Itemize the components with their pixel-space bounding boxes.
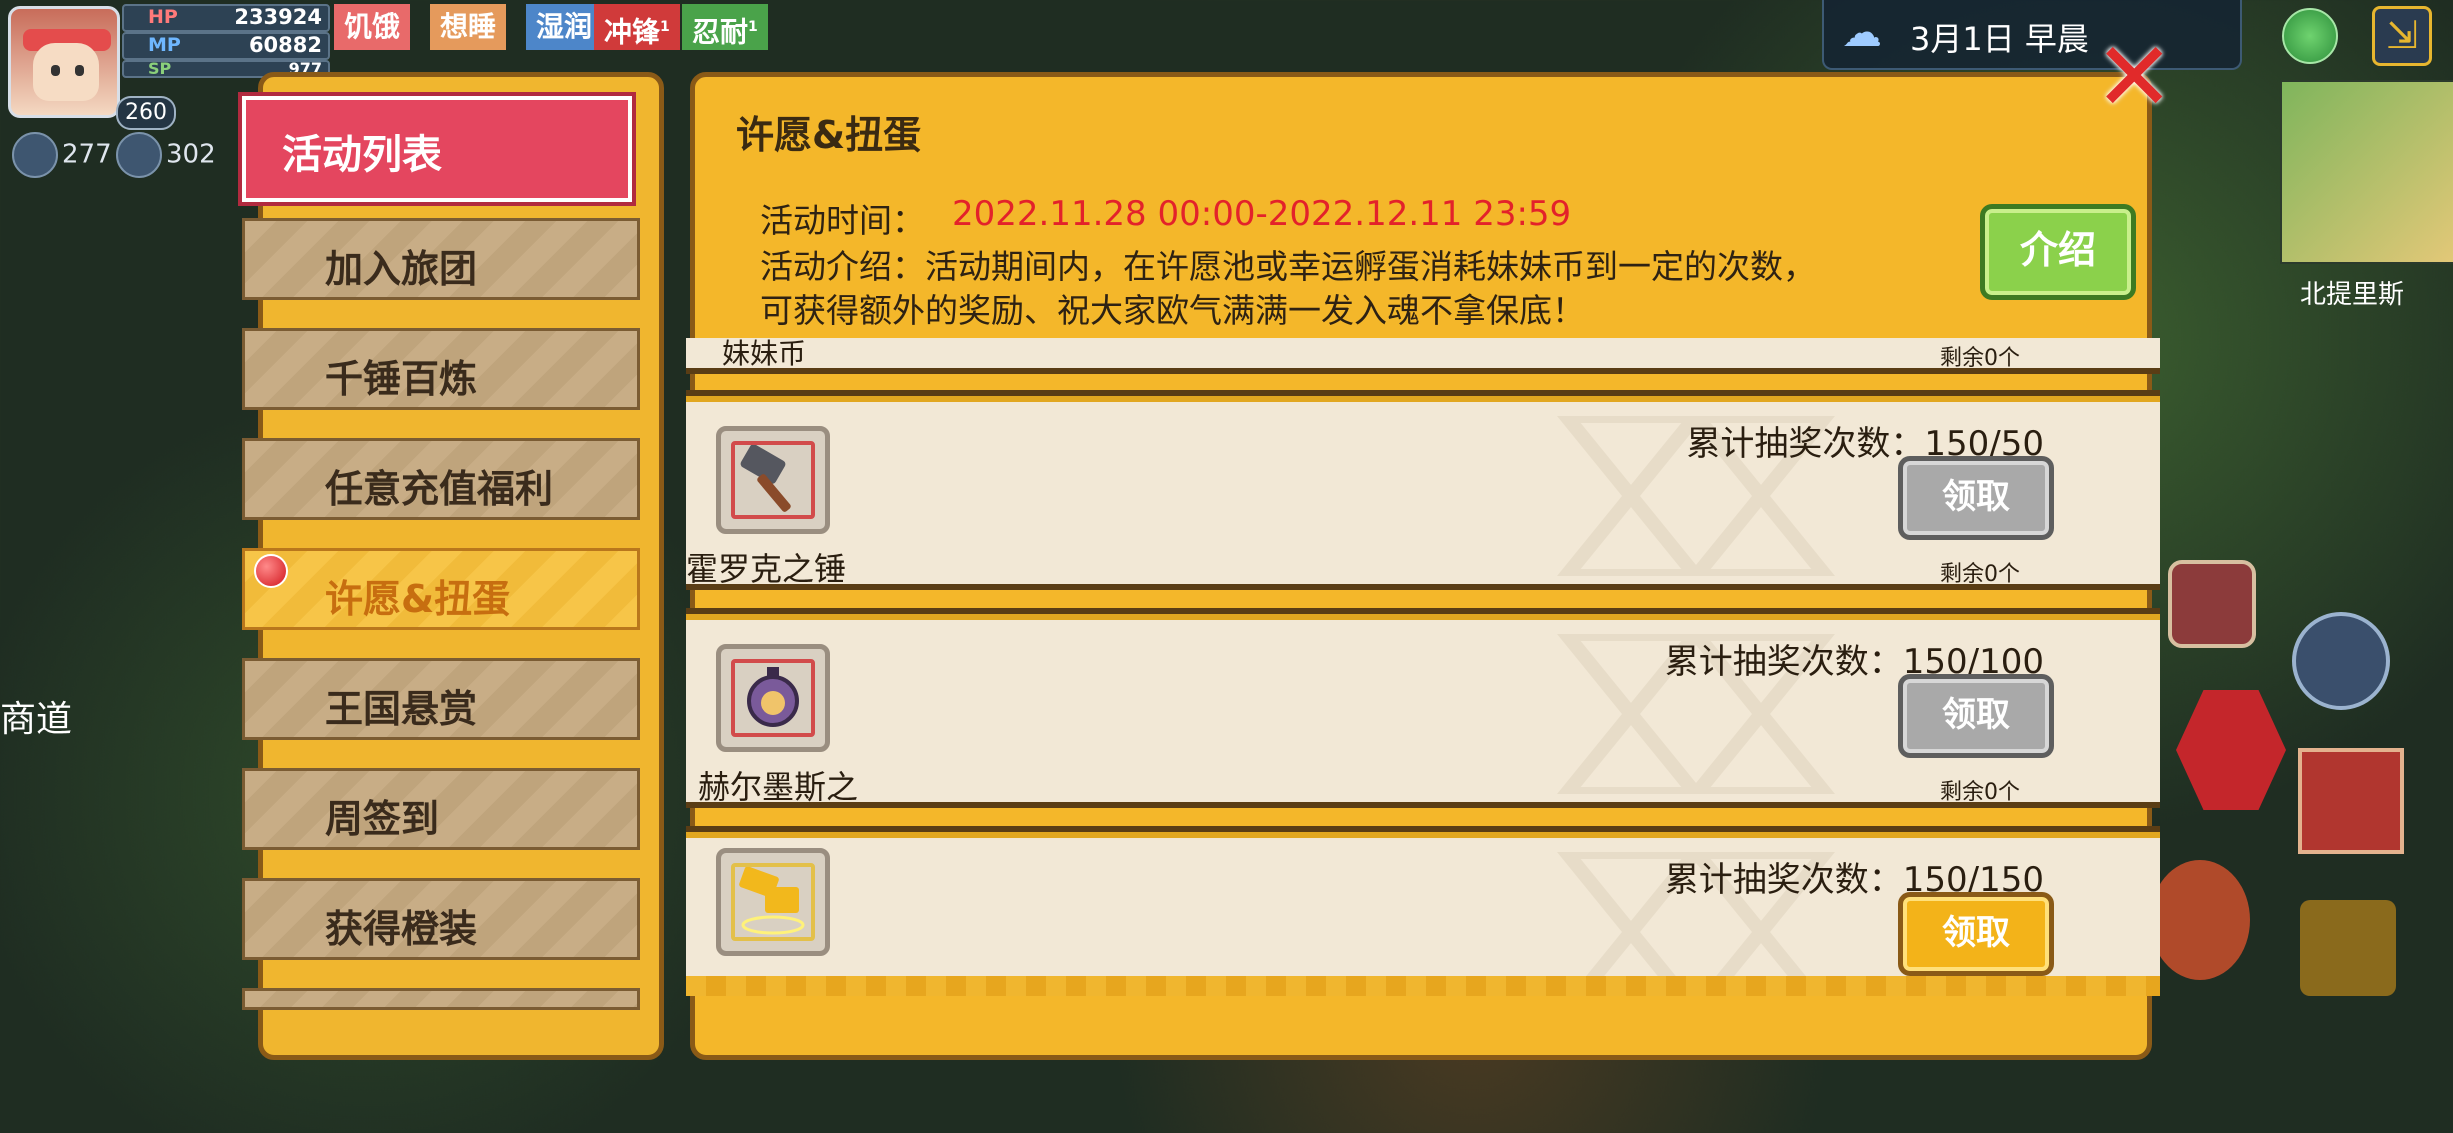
hp-value: 233924 xyxy=(234,5,322,29)
crate-icon[interactable] xyxy=(2298,748,2404,854)
settings-gear-icon[interactable] xyxy=(2292,612,2390,710)
reward-icon-frame[interactable] xyxy=(716,848,830,956)
globe-icon[interactable] xyxy=(2282,8,2338,64)
golden-hammer-icon xyxy=(731,863,815,941)
sleep-house-icon[interactable] xyxy=(2300,900,2396,996)
sp-label: SP xyxy=(148,60,172,78)
currency-1: 277 xyxy=(12,132,112,178)
menu-item-join-guild[interactable]: 加入旅团 xyxy=(242,218,640,300)
reward-list[interactable]: 霍罗克之锤 累计抽奖次数：150/50 领取 剩余0个 赫尔墨斯之 累计抽奖次数… xyxy=(686,338,2160,978)
hp-bar: HP 233924 xyxy=(122,4,330,32)
crystal-icon xyxy=(116,132,162,178)
status-sleepy[interactable]: 想睡 xyxy=(430,4,507,50)
remain-text: 剩余0个 xyxy=(1940,562,2020,587)
cloud-rain-icon: ☁ xyxy=(1842,10,1882,56)
menu-item-orange-gear[interactable]: 获得橙装 xyxy=(242,878,640,960)
event-intro-line2: 可获得额外的奖励、祝大家欧气满满一发入魂不拿保底！ xyxy=(760,291,1585,330)
device-icon[interactable] xyxy=(2176,690,2286,810)
weather-date-bar: ☁ 3月1日 早晨 xyxy=(1822,0,2242,70)
intro-button[interactable]: 介绍 xyxy=(1980,204,2136,300)
menu-item-partial[interactable] xyxy=(242,988,640,1010)
avatar-eye xyxy=(75,65,84,76)
brick-icon[interactable] xyxy=(2168,560,2256,648)
event-intro-line1: 活动介绍：活动期间内，在许愿池或幸运孵蛋消耗妹妹币到一定的次数， xyxy=(760,247,1816,286)
status-charge[interactable]: 冲锋1 xyxy=(594,4,680,50)
player-level: 260 xyxy=(116,96,176,130)
minimap[interactable] xyxy=(2280,80,2453,264)
map-region-label: 北提里斯 xyxy=(2300,280,2405,310)
reward-row: 霍罗克之锤 累计抽奖次数：150/50 领取 剩余0个 xyxy=(686,390,2160,590)
reward-row: 累计抽奖次数：150/150 领取 xyxy=(686,826,2160,978)
panel-bottom-border xyxy=(686,976,2160,996)
mp-value: 60882 xyxy=(248,33,322,57)
claim-button[interactable]: 领取 xyxy=(1898,456,2054,540)
exit-icon[interactable]: ⇲ xyxy=(2372,6,2432,66)
notification-dot xyxy=(254,554,288,588)
activity-list-title: 活动列表 xyxy=(282,132,442,178)
event-title: 许愿&扭蛋 xyxy=(736,113,922,157)
mp-label: MP xyxy=(148,34,181,56)
menu-item-kingdom-bounty[interactable]: 王国悬赏 xyxy=(242,658,640,740)
player-avatar[interactable] xyxy=(8,6,120,118)
reward-item-name: 赫尔墨斯之 xyxy=(698,768,859,806)
gem-icon xyxy=(12,132,58,178)
status-wet[interactable]: 湿润 xyxy=(526,4,603,50)
event-time-value: 2022.11.28 00:00-2022.12.11 23:59 xyxy=(952,194,1572,234)
reward-item-name: 霍罗克之锤 xyxy=(686,550,847,588)
currency-2: 302 xyxy=(116,132,216,178)
hammer-icon xyxy=(731,441,815,519)
menu-item-hammer-training[interactable]: 千锤百炼 xyxy=(242,328,640,410)
potion-icon xyxy=(731,659,815,737)
close-x-icon[interactable]: ✕ xyxy=(2094,29,2174,125)
menu-item-weekly-checkin[interactable]: 周签到 xyxy=(242,768,640,850)
hp-label: HP xyxy=(148,6,178,28)
avatar-face xyxy=(33,43,99,101)
reward-icon-frame[interactable] xyxy=(716,644,830,752)
reward-icon-frame[interactable] xyxy=(716,426,830,534)
road-label: 商道 xyxy=(0,699,73,740)
event-time-label: 活动时间： xyxy=(760,201,925,240)
claim-button[interactable]: 领取 xyxy=(1898,674,2054,758)
menu-item-recharge-bonus[interactable]: 任意充值福利 xyxy=(242,438,640,520)
meat-icon[interactable] xyxy=(2150,860,2250,980)
status-endure[interactable]: 忍耐1 xyxy=(682,4,768,50)
activity-list-header: 活动列表 xyxy=(242,96,632,202)
remain-text: 剩余0个 xyxy=(1940,780,2020,805)
date-text: 3月1日 早晨 xyxy=(1910,20,2089,58)
menu-item-wish-gacha[interactable]: 许愿&扭蛋 xyxy=(242,548,640,630)
mp-bar: MP 60882 xyxy=(122,32,330,60)
avatar-eye xyxy=(51,65,60,76)
status-hungry[interactable]: 饥饿 xyxy=(334,4,411,50)
reward-row: 赫尔墨斯之 累计抽奖次数：150/100 领取 剩余0个 xyxy=(686,608,2160,808)
claim-button[interactable]: 领取 xyxy=(1898,892,2054,976)
